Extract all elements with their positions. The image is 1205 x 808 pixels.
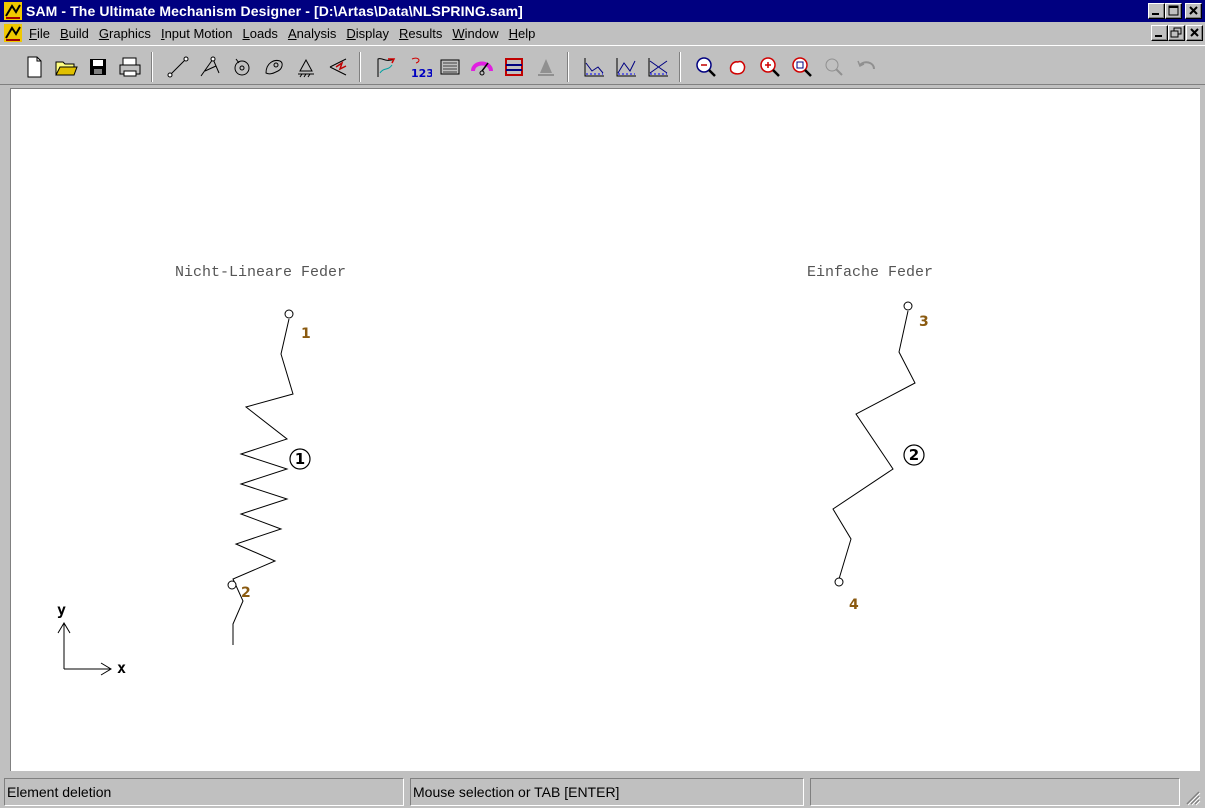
element-2-label: 2 <box>909 446 919 464</box>
x-axis-label: x <box>117 659 126 677</box>
node-3[interactable] <box>903 301 913 311</box>
node-3-label: 3 <box>919 314 929 330</box>
menu-graphics[interactable]: Graphics <box>94 26 156 41</box>
save-disk-icon <box>90 59 106 75</box>
frame-button[interactable] <box>500 53 528 81</box>
beam-element-icon <box>167 56 189 78</box>
zoom-window-icon <box>792 57 812 77</box>
node-1-label: 1 <box>301 326 311 342</box>
status-pane-info <box>810 778 1180 806</box>
status-bar: Element deletion Mouse selection or TAB … <box>0 776 1205 808</box>
animation-icon <box>538 59 554 76</box>
new-file-button[interactable] <box>20 53 48 81</box>
toolbar-separator <box>567 52 569 82</box>
node-numbering-button[interactable]: 123 <box>404 53 434 81</box>
node-2[interactable] <box>227 580 237 590</box>
zoom-all-button[interactable] <box>820 53 848 81</box>
cam-element-button[interactable] <box>260 53 288 81</box>
sam-app-icon <box>4 2 22 20</box>
truss-element-button[interactable] <box>196 53 224 81</box>
doc-restore-button[interactable] <box>1168 25 1185 41</box>
window-title: SAM - The Ultimate Mechanism Designer - … <box>26 3 523 19</box>
title-bar: SAM - The Ultimate Mechanism Designer - … <box>0 0 1205 22</box>
gear-element-icon <box>234 58 250 76</box>
cam-element-icon <box>265 60 283 75</box>
gauge-icon <box>471 61 493 76</box>
node-1[interactable] <box>284 309 294 319</box>
undo-button[interactable] <box>852 53 880 81</box>
calculator-button[interactable] <box>436 53 464 81</box>
pan-hand-button[interactable] <box>724 53 752 81</box>
undo-icon <box>857 60 875 70</box>
maximize-button[interactable] <box>1165 3 1182 19</box>
right-spring-title: Einfache Feder <box>807 264 933 281</box>
zoom-in-button[interactable] <box>756 53 784 81</box>
toolbar-separator <box>151 52 153 82</box>
node-4-label: 4 <box>849 597 859 613</box>
minimize-button[interactable] <box>1148 3 1165 19</box>
plot-graph-3-button[interactable] <box>644 53 672 81</box>
plot-graph-2-button[interactable] <box>612 53 640 81</box>
menu-window[interactable]: Window <box>447 26 503 41</box>
print-icon <box>119 57 141 77</box>
new-file-icon <box>27 56 42 78</box>
doc-minimize-button[interactable] <box>1151 25 1168 41</box>
resize-grip-icon[interactable] <box>1183 788 1201 806</box>
plot-graph-button[interactable] <box>580 53 608 81</box>
menu-build[interactable]: Build <box>55 26 94 41</box>
frame-icon <box>505 58 523 76</box>
spring-element-button[interactable] <box>324 53 352 81</box>
ground-support-icon <box>298 58 314 78</box>
gauge-button[interactable] <box>468 53 496 81</box>
ground-support-button[interactable] <box>292 53 320 81</box>
status-pane-hint: Mouse selection or TAB [ENTER] <box>410 778 804 806</box>
menu-file[interactable]: File <box>24 26 55 41</box>
pan-hand-icon <box>729 60 746 75</box>
menu-help[interactable]: Help <box>504 26 541 41</box>
left-spring-title: Nicht-Lineare Feder <box>175 264 346 281</box>
menu-results[interactable]: Results <box>394 26 447 41</box>
zoom-out-button[interactable] <box>692 53 720 81</box>
node-numbering-icon: 123 <box>411 57 434 80</box>
spring-element-icon <box>329 58 347 76</box>
toolbar: 123 <box>0 45 1205 85</box>
y-axis-label: y <box>57 601 66 619</box>
doc-close-button[interactable] <box>1186 25 1203 41</box>
calculator-icon <box>440 59 460 75</box>
plot-graph-2-icon <box>616 58 636 77</box>
plot-graph-icon <box>584 58 604 77</box>
status-pane-mode: Element deletion <box>4 778 404 806</box>
open-folder-icon <box>55 61 78 76</box>
open-folder-button[interactable] <box>52 53 80 81</box>
truss-element-icon <box>200 56 220 77</box>
simple-spring-element[interactable] <box>832 310 916 580</box>
gear-element-button[interactable] <box>228 53 256 81</box>
toolbar-separator <box>679 52 681 82</box>
element-1-label: 1 <box>295 450 305 468</box>
zoom-out-icon <box>696 57 716 77</box>
menu-bar: File Build Graphics Input Motion Loads Analys… <box>0 22 1205 44</box>
zoom-all-icon <box>825 58 843 76</box>
toolbar-separator <box>359 52 361 82</box>
zoom-window-button[interactable] <box>788 53 816 81</box>
input-motion-icon <box>377 58 396 77</box>
plot-graph-3-icon <box>648 58 668 77</box>
close-button[interactable] <box>1185 3 1202 19</box>
save-disk-button[interactable] <box>84 53 112 81</box>
input-motion-button[interactable] <box>372 53 400 81</box>
document-icon[interactable] <box>4 24 22 42</box>
menu-input-motion[interactable]: Input Motion <box>156 26 238 41</box>
svg-text:123: 123 <box>411 67 432 80</box>
node-4[interactable] <box>834 577 844 587</box>
beam-element-button[interactable] <box>164 53 192 81</box>
drawing-canvas[interactable]: Nicht-Lineare Feder Einfache Feder 1 2 1… <box>10 88 1200 771</box>
animation-button[interactable] <box>532 53 560 81</box>
coordinate-axes <box>57 622 112 676</box>
zoom-in-icon <box>760 57 780 77</box>
print-button[interactable] <box>116 53 144 81</box>
menu-display[interactable]: Display <box>341 26 394 41</box>
menu-loads[interactable]: Loads <box>238 26 283 41</box>
node-2-label: 2 <box>241 585 251 601</box>
menu-analysis[interactable]: Analysis <box>283 26 341 41</box>
